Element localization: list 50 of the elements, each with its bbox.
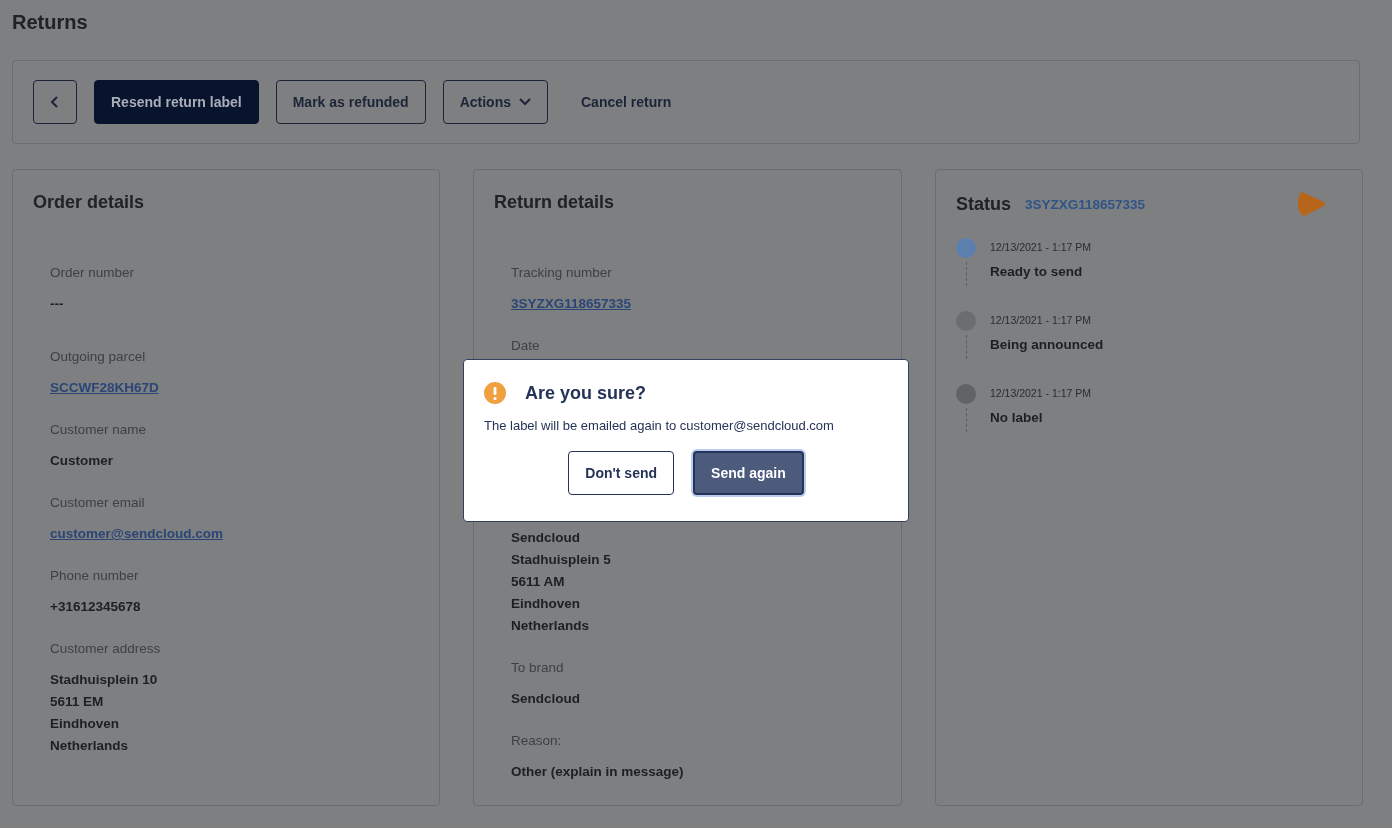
field-label: Outgoing parcel — [50, 348, 147, 366]
field-value: --- — [50, 295, 65, 313]
field-label: Reason: — [511, 732, 563, 750]
dialog-button[interactable]: Send again — [693, 451, 804, 495]
address-line: 5611 EM — [50, 693, 105, 711]
field-link[interactable]: 3SYZXG118657335 — [511, 293, 881, 315]
field-label: Tracking number — [511, 264, 613, 282]
address-line: Eindhoven — [511, 595, 581, 613]
back-button[interactable] — [33, 80, 77, 124]
field-value: Customer — [50, 452, 114, 470]
dialog-message: The label will be emailed again to customer@sendcloud.com — [484, 418, 835, 433]
field-value: Sendcloud — [511, 690, 581, 708]
field-label: Order number — [50, 264, 136, 282]
field-value: Other (explain in message) — [511, 763, 685, 781]
field-label: Customer email — [50, 494, 146, 512]
address-line: Stadhuisplein 5 — [511, 551, 612, 569]
dialog-button[interactable]: Don't send — [568, 451, 675, 495]
field-link[interactable]: customer@sendcloud.com — [50, 523, 419, 545]
warning-icon — [484, 382, 506, 404]
toolbar-button[interactable]: Mark as refunded — [275, 80, 426, 124]
field-link[interactable]: SCCWF28KH67D — [50, 377, 419, 399]
page-title: Returns — [12, 10, 89, 35]
card-title: Return details — [494, 191, 616, 214]
event-time: 12/13/2021 - 1:17 PM — [990, 313, 1092, 328]
event-title: Ready to send — [990, 264, 1084, 279]
field-label: To brand — [511, 659, 565, 677]
address-line: Eindhoven — [50, 715, 120, 733]
field-value: +31612345678 — [50, 598, 142, 616]
field-label: Customer name — [50, 421, 148, 439]
field-label: Customer address — [50, 640, 162, 658]
address-line: Sendcloud — [511, 529, 581, 547]
event-title: No label — [990, 410, 1044, 425]
address-line: Netherlands — [511, 617, 591, 635]
toolbar-button[interactable]: Resend return label — [94, 80, 259, 124]
card-title: Order details — [33, 191, 146, 214]
event-time: 12/13/2021 - 1:17 PM — [990, 386, 1091, 401]
card-title: Status — [956, 193, 1011, 216]
caret-icon — [519, 98, 531, 106]
cancel-link[interactable]: Cancel return — [565, 80, 688, 124]
address-line: 5611 AM — [511, 573, 566, 591]
event-time: 12/13/2021 - 1:17 PM — [990, 240, 1091, 255]
address-line: Stadhuisplein 10 — [50, 671, 159, 689]
event-title: Being announced — [990, 337, 1104, 352]
field-label: Phone number — [50, 567, 140, 585]
address-line: Netherlands — [50, 737, 130, 755]
carrier-logo-icon — [1296, 190, 1326, 218]
field-label: Date — [511, 337, 541, 355]
actions-dropdown[interactable]: Actions — [442, 80, 548, 124]
dialog-title: Are you sure? — [525, 382, 647, 404]
chevron-left-icon — [50, 95, 60, 109]
